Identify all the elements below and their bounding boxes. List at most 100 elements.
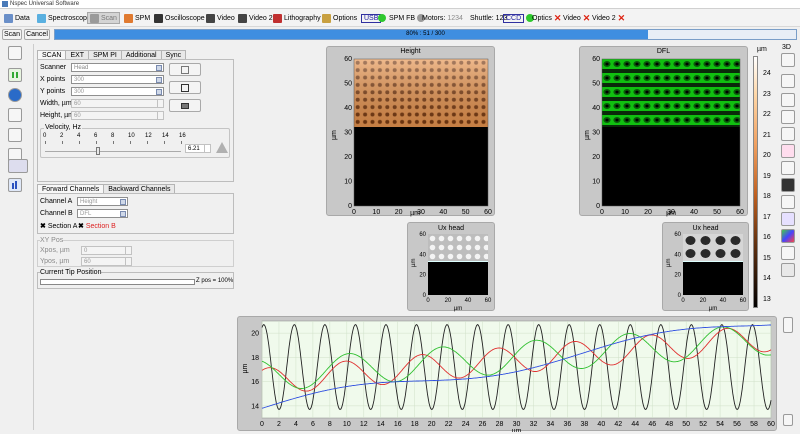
menu-lithography[interactable]: Lithography (273, 12, 321, 24)
table-icon[interactable] (781, 110, 795, 124)
velocity-tick-label: 12 (145, 133, 152, 139)
layers-icon[interactable] (781, 161, 795, 175)
velocity-slider-thumb[interactable] (96, 147, 101, 155)
filter-icon[interactable] (781, 127, 795, 141)
menu-spm[interactable]: SPM (124, 12, 150, 24)
usb-ok-icon (378, 14, 386, 22)
x-tick-label: 18 (411, 421, 419, 428)
dfl-image-panel[interactable]: DFL µm µm 0 10 20 30 40 50 60 0 10 20 30 40 50 60 (579, 46, 748, 217)
menu-video[interactable]: Video (206, 12, 235, 24)
y-tick-label: 40 (592, 105, 600, 112)
image-window-icon[interactable] (8, 46, 22, 60)
spin-icon[interactable] (157, 100, 163, 107)
height-field[interactable]: 60 (71, 111, 164, 120)
section-a-toggle[interactable]: ✖ Section A (40, 222, 77, 230)
scanner-select[interactable]: Head (71, 63, 164, 72)
y-tick-label: 10 (344, 179, 352, 186)
ux-head-panel-1[interactable]: Ux head µm µm 0 20 40 60 0 20 40 60 (407, 222, 495, 312)
settings-icon[interactable] (781, 263, 795, 277)
menu-data[interactable]: Data (4, 12, 30, 24)
ypoints-value: 300 (74, 89, 85, 95)
scanner-value: Head (74, 65, 89, 71)
menu-scan[interactable]: Scan (87, 12, 120, 24)
x-tick-label: 20 (428, 421, 436, 428)
scan-direction-button[interactable] (169, 81, 201, 94)
layout-dropdown-icon[interactable] (8, 159, 28, 173)
spectroscopy-icon (37, 13, 46, 23)
velocity-tick-label: 2 (60, 133, 64, 139)
x-tick-label: 36 (564, 421, 572, 428)
ux1-y-unit: µm (411, 259, 417, 267)
x-tick-label: 40 (597, 421, 605, 428)
spin-icon[interactable] (125, 247, 131, 254)
document-icon[interactable] (781, 195, 795, 209)
velocity-tick-label: 10 (128, 133, 135, 139)
menu-oscilloscope[interactable]: Oscilloscope (154, 12, 205, 24)
velocity-track[interactable] (45, 151, 181, 152)
ypos-field[interactable]: 60 (81, 257, 132, 266)
scan-mode-button[interactable] (169, 99, 201, 112)
xpos-field[interactable]: 0 (81, 246, 132, 255)
x-tick-label: 20 (700, 298, 707, 304)
pause-icon[interactable] (8, 68, 22, 82)
y-tick-label: 60 (592, 56, 600, 63)
menu-spectroscopy-label: Spectroscopy (48, 14, 91, 22)
palette-icon[interactable] (781, 144, 795, 158)
dark-image-icon[interactable] (781, 178, 795, 192)
ypoints-select[interactable]: 300 (71, 87, 164, 96)
colorbar-gradient (753, 56, 758, 308)
velocity-tick-mark (181, 141, 182, 144)
section-b-toggle[interactable]: ✖ Section B (78, 222, 116, 230)
colorbar-tick-label: 24 (763, 70, 771, 77)
grid-view-icon[interactable] (781, 93, 795, 107)
colorbar-tick-label: 22 (763, 111, 771, 118)
menu-spectroscopy[interactable]: Spectroscopy (37, 12, 90, 24)
colormap-icon[interactable] (781, 229, 795, 243)
scan-button[interactable]: Scan (2, 29, 22, 40)
velocity-tick-label: 4 (77, 133, 81, 139)
chart-icon[interactable] (8, 178, 22, 192)
spin-icon[interactable] (157, 112, 163, 119)
expand-icon[interactable] (781, 53, 795, 67)
channel-a-select[interactable]: Height (77, 197, 128, 206)
frame-icon[interactable] (8, 108, 22, 122)
ypoints-label: Y points (40, 88, 66, 95)
colorbar-tick-label: 18 (763, 193, 771, 200)
spin-icon[interactable] (125, 258, 131, 265)
scan-panel: Scanner Head X points 300 Y points 300 W… (37, 59, 234, 182)
oscilloscope-icon (154, 13, 163, 23)
channel-b-select[interactable]: DFL (77, 209, 128, 218)
text-icon[interactable] (781, 212, 795, 226)
info-icon[interactable] (8, 88, 22, 102)
ypos-label: Ypos, µm (40, 258, 70, 265)
x-tick-label: 32 (530, 421, 538, 428)
velocity-field[interactable]: 6.21 (185, 144, 211, 153)
velocity-tick-mark (62, 141, 63, 144)
x-tick-label: 48 (665, 421, 673, 428)
shuttle-status: Shuttle: 123 (470, 12, 507, 24)
y-tick-label: 60 (674, 232, 681, 238)
histogram-icon[interactable] (781, 246, 795, 260)
video-error-icon: ✕ (582, 13, 591, 23)
height-y-ticks: 0102030405060 (344, 56, 352, 210)
spin-icon[interactable] (204, 145, 210, 152)
width-field[interactable]: 60 (71, 99, 164, 108)
menu-options[interactable]: Options (322, 12, 357, 24)
image-list-icon[interactable] (781, 74, 795, 88)
scroll-up-icon[interactable] (783, 317, 793, 333)
scan-area-button[interactable] (169, 63, 201, 76)
x-tick-label: 16 (394, 421, 402, 428)
colorbar-unit: µm (757, 46, 767, 53)
x-tick-label: 0 (600, 209, 604, 216)
cancel-button[interactable]: Cancel (24, 29, 50, 40)
ux-head-panel-2[interactable]: Ux head µm µm 0 20 40 60 0 20 40 60 (662, 222, 749, 312)
velocity-tick-label: 14 (162, 133, 169, 139)
menu-video2[interactable]: Video 2 (238, 12, 273, 24)
x-tick-label: 6 (311, 421, 315, 428)
height-image-panel[interactable]: Height µm µm 0 10 20 30 40 50 60 0 10 20 30 40 50 60 (326, 46, 495, 217)
region-icon[interactable] (8, 128, 22, 142)
xpoints-select[interactable]: 300 (71, 75, 164, 84)
height-value: 60 (74, 113, 81, 119)
colorbar-tick-label: 20 (763, 152, 771, 159)
scroll-down-icon[interactable] (783, 414, 793, 426)
